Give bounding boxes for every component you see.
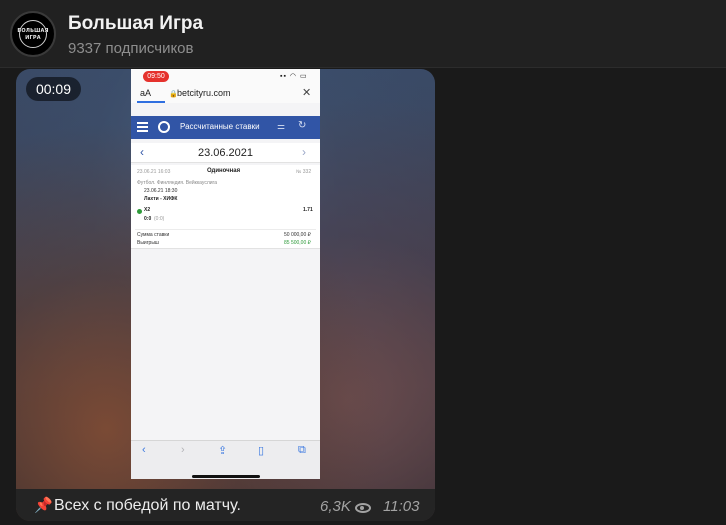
bet-odds: 1.71 bbox=[303, 207, 313, 213]
tabs-icon: ⧉ bbox=[298, 444, 306, 456]
bookmarks-icon: ▯ bbox=[258, 445, 265, 457]
url-text: 🔒betcityru.com bbox=[169, 88, 231, 98]
channel-title[interactable]: Большая Игра bbox=[68, 13, 203, 35]
forward-icon: › bbox=[181, 444, 185, 456]
video-duration: 00:09 bbox=[26, 77, 81, 101]
app-toolbar: Рассчитанные ставки ⚌ ↻ bbox=[131, 116, 320, 139]
filter-icon: ⚌ bbox=[277, 121, 286, 131]
chevron-right-icon: › bbox=[302, 145, 306, 159]
match-score: 0:0 bbox=[144, 216, 152, 222]
stake-label: Сумма ставки bbox=[137, 232, 170, 238]
match-score-extra: (0:0) bbox=[154, 216, 165, 222]
logo-icon bbox=[158, 121, 170, 133]
app-title: Рассчитанные ставки bbox=[180, 122, 260, 131]
bet-type: Одиночная bbox=[207, 168, 241, 174]
bet-outcome: X2 bbox=[144, 207, 151, 213]
message-caption: 📌Всех с победой по матчу. bbox=[34, 496, 241, 515]
check-icon bbox=[137, 209, 142, 214]
avatar-text-bottom: ИГРА bbox=[25, 35, 41, 41]
match-teams: Лахти - ХИФК bbox=[144, 196, 178, 202]
pushpin-icon: 📌 bbox=[34, 497, 53, 514]
browser-bottom-bar: ‹ › ⇪ ▯ ⧉ bbox=[131, 440, 320, 463]
bet-league: Футбол. Финляндия. Вейккауслига bbox=[137, 180, 218, 186]
caption-text: Всех с победой по матчу. bbox=[54, 497, 241, 514]
avatar-ring bbox=[19, 20, 47, 48]
close-icon: ✕ bbox=[302, 87, 312, 99]
bet-datetime: 23.06.21 16:03 bbox=[137, 169, 171, 175]
bet-number: № 332 bbox=[296, 169, 312, 175]
date-selector: ‹ 23.06.2021 › bbox=[131, 143, 320, 163]
signal-wifi-battery-icon: ▪▪ ◠ ▭ bbox=[280, 73, 308, 80]
avatar[interactable]: БОЛЬШАЯ ИГРА bbox=[10, 11, 56, 57]
video-player[interactable]: 00:09 09:50 ▪▪ ◠ ▭ aA 🔒betcityru.com ✕ Р… bbox=[16, 69, 435, 479]
home-indicator bbox=[192, 475, 260, 478]
video-message[interactable]: 00:09 09:50 ▪▪ ◠ ▭ aA 🔒betcityru.com ✕ Р… bbox=[16, 69, 435, 521]
status-time: 09:50 bbox=[143, 71, 169, 82]
phone-status-bar: 09:50 ▪▪ ◠ ▭ bbox=[131, 69, 320, 83]
url-value: betcityru.com bbox=[177, 88, 231, 98]
load-progress bbox=[137, 101, 165, 103]
lock-icon: 🔒 bbox=[169, 91, 178, 98]
eye-icon bbox=[355, 503, 371, 513]
win-label: Выигрыш bbox=[137, 240, 159, 246]
avatar-text-top: БОЛЬШАЯ bbox=[17, 28, 49, 34]
bet-card: 23.06.21 16:03 Одиночная № 332 Футбол. Ф… bbox=[131, 165, 320, 249]
match-time: 23.06.21 18:30 bbox=[144, 188, 178, 194]
chat-header: БОЛЬШАЯ ИГРА Большая Игра 9337 подписчик… bbox=[0, 0, 726, 68]
refresh-icon: ↻ bbox=[298, 120, 307, 131]
back-icon: ‹ bbox=[142, 444, 146, 456]
share-icon: ⇪ bbox=[218, 445, 228, 457]
phone-screenshot: 09:50 ▪▪ ◠ ▭ aA 🔒betcityru.com ✕ Рассчит… bbox=[131, 69, 320, 463]
win-value: 85 500,00 ₽ bbox=[284, 240, 311, 246]
divider bbox=[135, 229, 316, 230]
date-label: 23.06.2021 bbox=[197, 147, 254, 159]
menu-icon bbox=[137, 122, 148, 132]
view-count: 6,3K bbox=[320, 498, 351, 515]
message-time: 11:03 bbox=[383, 498, 420, 515]
stake-value: 50 000,00 ₽ bbox=[284, 232, 311, 238]
subscriber-count: 9337 подписчиков bbox=[68, 40, 194, 57]
browser-url-bar: aA 🔒betcityru.com ✕ bbox=[131, 83, 320, 103]
text-size-button: aA bbox=[140, 88, 152, 98]
